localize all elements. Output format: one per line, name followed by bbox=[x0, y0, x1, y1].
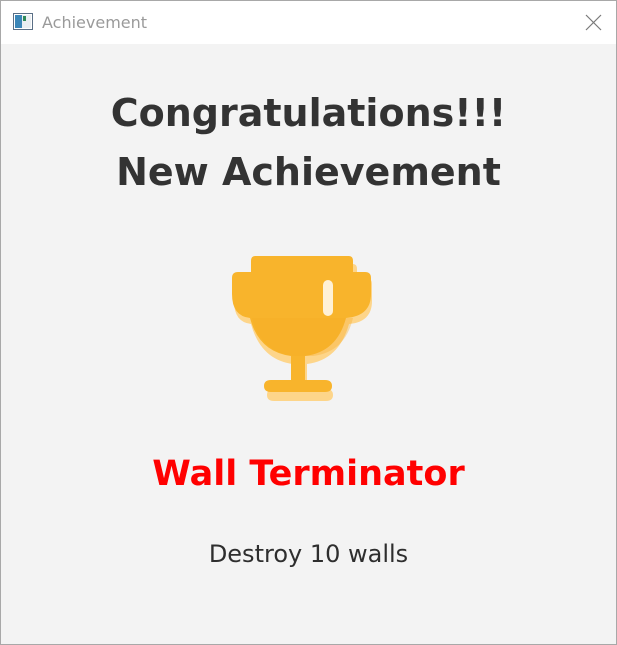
achievement-name: Wall Terminator bbox=[152, 454, 465, 494]
achievement-description: Destroy 10 walls bbox=[208, 540, 409, 568]
new-achievement-heading: New Achievement bbox=[116, 150, 501, 194]
window-title: Achievement bbox=[42, 13, 148, 32]
trophy-icon bbox=[229, 256, 377, 402]
congratulations-heading: Congratulations!!! bbox=[110, 91, 507, 135]
content-area: Congratulations!!! New Achievement Wall … bbox=[1, 44, 616, 644]
app-icon bbox=[13, 13, 33, 30]
achievement-window: Achievement Congratulations!!! New Achie… bbox=[0, 0, 617, 645]
title-bar[interactable]: Achievement bbox=[1, 1, 616, 44]
close-button[interactable] bbox=[571, 1, 616, 44]
